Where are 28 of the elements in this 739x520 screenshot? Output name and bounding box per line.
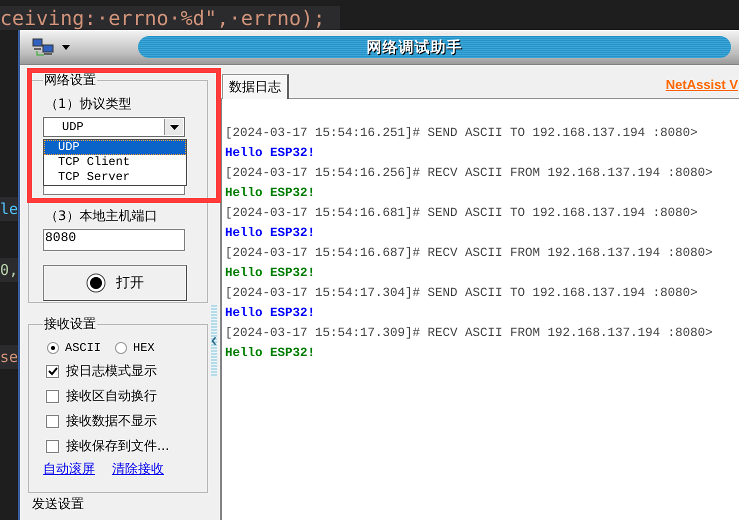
- radio-label: ASCII: [65, 341, 102, 355]
- group-title: 网络设置: [43, 72, 97, 89]
- port-label: （3）本地主机端口: [45, 208, 158, 225]
- log-line: Hello ESP32!: [225, 265, 316, 282]
- code-text: le: [0, 200, 18, 218]
- log-line: [2024-03-17 15:54:17.304]# SEND ASCII TO 192.168.137.194 :8080>: [225, 285, 699, 302]
- checkbox-label: 接收保存到文件...: [66, 438, 170, 455]
- log-line: [2024-03-17 15:54:16.251]# SEND ASCII TO 192.168.137.194 :8080>: [225, 125, 699, 142]
- group-title: 接收设置: [43, 316, 97, 333]
- checkbox-label: 接收区自动换行: [66, 388, 157, 405]
- radio-label: HEX: [133, 341, 155, 355]
- log-line: Hello ESP32!: [225, 185, 316, 202]
- log-line: Hello ESP32!: [225, 145, 316, 162]
- log-line: Hello ESP32!: [225, 345, 316, 362]
- window-title: 网络调试助手: [366, 38, 462, 56]
- log-line: [2024-03-17 15:54:17.309]# RECV ASCII FROM 192.168.137.194 :8080>: [225, 325, 714, 342]
- checkbox-label: 接收数据不显示: [66, 413, 157, 430]
- code-text: ceiving:·errno·%d",·errno);: [0, 6, 326, 30]
- log-line: [2024-03-17 15:54:16.256]# RECV ASCII FROM 192.168.137.194 :8080>: [225, 165, 714, 182]
- group-title: 发送设置: [32, 497, 85, 512]
- log-line: [2024-03-17 15:54:16.681]# SEND ASCII TO 192.168.137.194 :8080>: [225, 205, 699, 222]
- checkbox-label: 按日志模式显示: [66, 363, 157, 380]
- protocol-label: （1）协议类型: [45, 96, 132, 113]
- log-line: [2024-03-17 15:54:16.687]# RECV ASCII FROM 192.168.137.194 :8080>: [225, 245, 714, 262]
- log-line: Hello ESP32!: [225, 305, 316, 322]
- code-text: 0,: [0, 261, 18, 279]
- log-line: Hello ESP32!: [225, 225, 316, 242]
- code-text: se: [0, 348, 18, 366]
